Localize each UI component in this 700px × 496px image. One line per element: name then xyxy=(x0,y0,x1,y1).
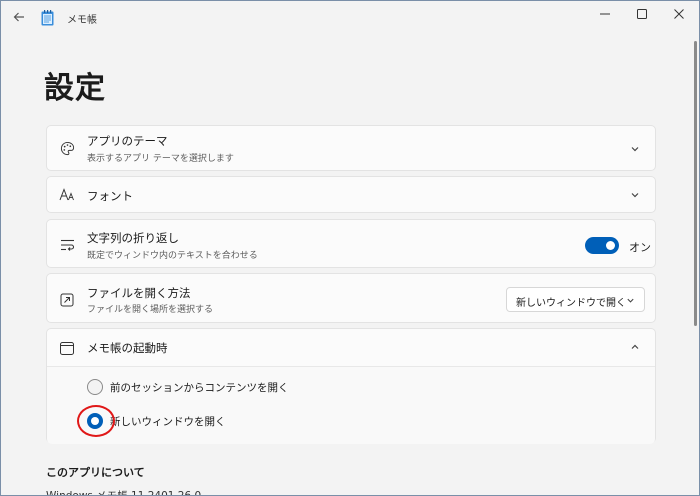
notepad-icon xyxy=(41,10,54,26)
setting-title: メモ帳の起動時 xyxy=(87,341,168,355)
close-button[interactable] xyxy=(660,1,698,27)
setting-app-theme[interactable]: アプリのテーマ 表示するアプリ テーマを選択します xyxy=(46,125,656,171)
window-icon xyxy=(59,340,75,356)
title-bar: メモ帳 xyxy=(1,1,699,35)
radio-label: 新しいウィンドウを開く xyxy=(110,416,226,428)
word-wrap-toggle[interactable] xyxy=(585,237,619,254)
setting-title: 文字列の折り返し xyxy=(87,231,179,245)
app-version: Windows メモ帳 11.2401.26.0 xyxy=(46,490,202,496)
maximize-icon xyxy=(637,9,647,19)
setting-subtitle: ファイルを開く場所を選択する xyxy=(87,305,214,315)
dropdown-selected-value: 新しいウィンドウで開く xyxy=(516,298,626,309)
minimize-button[interactable] xyxy=(586,1,624,27)
chevron-up-icon xyxy=(629,341,641,353)
about-heading: このアプリについて xyxy=(46,466,145,479)
setting-title: フォント xyxy=(87,189,133,203)
font-icon xyxy=(59,187,75,203)
chevron-down-icon xyxy=(629,143,641,155)
open-files-dropdown[interactable]: 新しいウィンドウで開く xyxy=(506,287,645,312)
toggle-knob xyxy=(606,241,615,250)
setting-subtitle: 既定でウィンドウ内のテキストを合わせる xyxy=(87,251,258,261)
maximize-button[interactable] xyxy=(623,1,661,27)
page-title: 設定 xyxy=(44,71,106,106)
chevron-down-icon xyxy=(629,189,641,201)
word-wrap-icon xyxy=(59,237,75,253)
setting-startup: メモ帳の起動時 前のセッションからコンテンツを開く 新しいウィンドウを開く xyxy=(46,328,656,444)
vertical-scrollbar[interactable] xyxy=(694,41,697,326)
close-icon xyxy=(674,9,684,19)
chevron-down-icon xyxy=(625,295,635,305)
notepad-settings-window: メモ帳 設定 アプリのテーマ 表示するアプリ テーマを選択します フォント 文字… xyxy=(0,0,700,496)
annotation-highlight-circle xyxy=(77,405,115,437)
window-title: メモ帳 xyxy=(67,15,97,26)
setting-title: ファイルを開く方法 xyxy=(87,286,191,300)
radio-restore-session[interactable] xyxy=(87,379,103,395)
setting-title: アプリのテーマ xyxy=(87,134,168,148)
setting-open-files: ファイルを開く方法 ファイルを開く場所を選択する 新しいウィンドウで開く xyxy=(46,273,656,323)
arrow-left-icon xyxy=(13,12,24,22)
open-external-icon xyxy=(59,292,75,308)
setting-font[interactable]: フォント xyxy=(46,176,656,213)
toggle-state-label: オン xyxy=(629,241,651,254)
setting-subtitle: 表示するアプリ テーマを選択します xyxy=(87,154,234,164)
minimize-icon xyxy=(600,13,610,15)
radio-label: 前のセッションからコンテンツを開く xyxy=(110,382,289,394)
startup-options: 前のセッションからコンテンツを開く 新しいウィンドウを開く xyxy=(47,366,655,444)
startup-header[interactable]: メモ帳の起動時 xyxy=(47,329,655,366)
palette-icon xyxy=(59,140,75,156)
back-button[interactable] xyxy=(7,6,31,28)
setting-word-wrap: 文字列の折り返し 既定でウィンドウ内のテキストを合わせる オン xyxy=(46,219,656,268)
